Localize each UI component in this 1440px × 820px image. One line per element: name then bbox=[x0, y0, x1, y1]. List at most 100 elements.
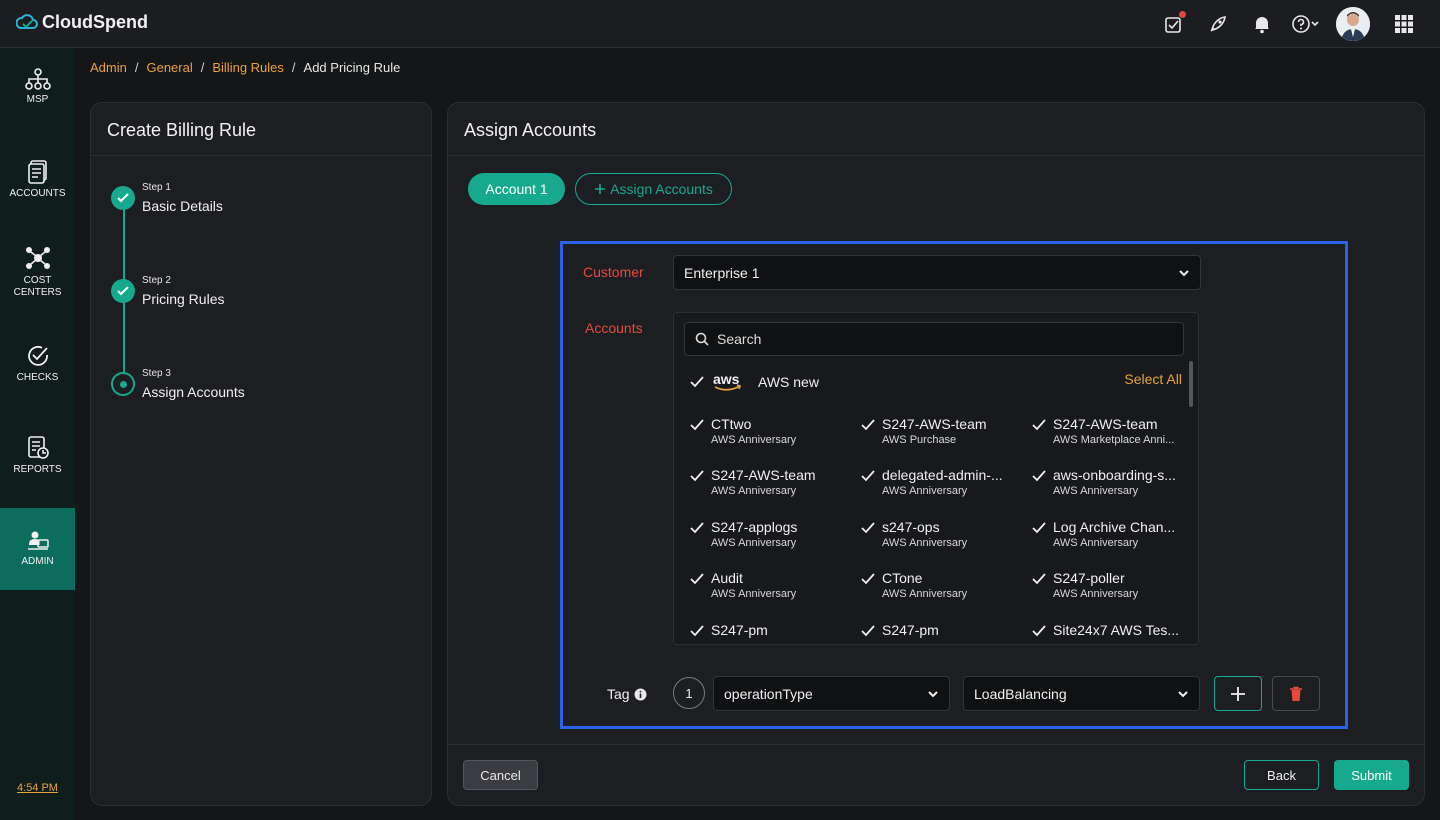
sidebar-item-checks[interactable]: CHECKS bbox=[0, 344, 75, 384]
assign-accounts-label: Assign Accounts bbox=[610, 181, 713, 197]
app-name: CloudSpend bbox=[42, 12, 148, 32]
sidebar-item-msp[interactable]: MSP bbox=[0, 68, 75, 106]
breadcrumb-billing-rules[interactable]: Billing Rules bbox=[212, 60, 284, 75]
sidebar-item-label: CHECKS bbox=[16, 372, 59, 383]
account-type: AWS Anniversary bbox=[711, 537, 797, 549]
search-placeholder: Search bbox=[717, 331, 762, 347]
account-name: delegated-admin-... bbox=[882, 467, 1003, 483]
plus-icon bbox=[1231, 686, 1245, 701]
check-icon bbox=[1032, 470, 1046, 482]
sidebar-item-admin[interactable]: ADMIN bbox=[0, 508, 75, 590]
panel-title: Assign Accounts bbox=[464, 120, 597, 140]
breadcrumb-separator: / bbox=[291, 60, 296, 75]
account-name: S247-applogs bbox=[711, 519, 798, 535]
account-name: Site24x7 AWS Tes... bbox=[1053, 622, 1180, 638]
check-icon bbox=[1032, 522, 1046, 534]
account-type: AWS Anniversary bbox=[1053, 537, 1139, 549]
delete-tag-button[interactable] bbox=[1272, 676, 1320, 711]
account-name: Audit bbox=[711, 570, 743, 586]
help-icon[interactable] bbox=[1288, 7, 1324, 41]
sidebar-item-cost-centers[interactable]: COST CENTERS bbox=[0, 245, 75, 299]
add-tag-button[interactable] bbox=[1214, 676, 1262, 711]
tag-key-value: operationType bbox=[724, 685, 813, 702]
sidebar: MSP ACCOUNTS COST CENTERS CHECKS REPORTS… bbox=[0, 48, 75, 820]
check-icon bbox=[111, 279, 135, 303]
svg-text:aws: aws bbox=[713, 371, 740, 387]
rocket-icon[interactable] bbox=[1200, 7, 1236, 41]
chevron-down-icon bbox=[928, 691, 938, 698]
check-icon bbox=[690, 419, 704, 431]
cloud-logo-icon bbox=[16, 13, 38, 29]
info-icon[interactable] bbox=[634, 688, 647, 701]
chevron-down-icon bbox=[1179, 270, 1189, 277]
account-name: Log Archive Chan... bbox=[1053, 519, 1176, 535]
sidebar-item-reports[interactable]: REPORTS bbox=[0, 436, 75, 476]
clock-time[interactable]: 4:54 PM bbox=[17, 782, 58, 794]
customer-select[interactable]: Enterprise 1 bbox=[673, 255, 1201, 290]
list-scrollbar[interactable] bbox=[1189, 361, 1193, 407]
check-icon bbox=[861, 419, 875, 431]
select-all-link[interactable]: Select All bbox=[1124, 371, 1182, 387]
top-bar: CloudSpend bbox=[0, 0, 1440, 48]
back-button[interactable]: Back bbox=[1244, 760, 1319, 790]
account-type: AWS Anniversary bbox=[711, 485, 797, 497]
create-billing-rule-panel: Create Billing Rule Step 1 Basic Details… bbox=[90, 102, 432, 806]
account-name: S247-AWS-team bbox=[882, 416, 987, 432]
tag-key-select[interactable]: operationType bbox=[713, 676, 950, 711]
step-number: Step 2 bbox=[142, 275, 171, 286]
breadcrumb-admin[interactable]: Admin bbox=[90, 60, 127, 75]
tag-index: 1 bbox=[673, 677, 705, 709]
breadcrumb-separator: / bbox=[134, 60, 139, 75]
tag-value-value: LoadBalancing bbox=[974, 685, 1067, 702]
check-icon bbox=[861, 522, 875, 534]
account-name: S247-pm bbox=[711, 622, 768, 638]
account-name: S247-AWS-team bbox=[1053, 416, 1158, 432]
divider bbox=[448, 155, 1424, 156]
assign-accounts-button[interactable]: Assign Accounts bbox=[575, 173, 732, 205]
app-logo[interactable]: CloudSpend bbox=[16, 12, 148, 33]
check-icon bbox=[690, 522, 704, 534]
cost-centers-icon bbox=[25, 247, 50, 269]
check-icon bbox=[690, 376, 704, 388]
aws-group-row[interactable]: aws AWS new bbox=[690, 371, 819, 393]
divider bbox=[91, 155, 431, 156]
step-name: Assign Accounts bbox=[142, 384, 245, 400]
bell-icon[interactable] bbox=[1244, 7, 1280, 41]
step-number: Step 1 bbox=[142, 182, 171, 193]
task-icon[interactable] bbox=[1156, 7, 1192, 41]
submit-button[interactable]: Submit bbox=[1334, 760, 1409, 790]
tag-value-select[interactable]: LoadBalancing bbox=[963, 676, 1200, 711]
account-name: S247-AWS-team bbox=[711, 467, 816, 483]
customer-label: Customer bbox=[583, 264, 644, 280]
breadcrumb-current: Add Pricing Rule bbox=[303, 60, 401, 75]
account-type: AWS Anniversary bbox=[711, 434, 797, 446]
breadcrumb: Admin / General / Billing Rules / Add Pr… bbox=[90, 60, 400, 75]
avatar[interactable] bbox=[1336, 7, 1370, 41]
accounts-label: Accounts bbox=[585, 320, 643, 336]
check-icon bbox=[1032, 419, 1046, 431]
search-input[interactable]: Search bbox=[684, 322, 1184, 356]
check-icon bbox=[690, 573, 704, 585]
check-icon bbox=[861, 470, 875, 482]
apps-grid-icon[interactable] bbox=[1386, 7, 1422, 41]
reports-icon bbox=[27, 436, 49, 459]
breadcrumb-general[interactable]: General bbox=[146, 60, 192, 75]
sidebar-item-label: MSP bbox=[26, 94, 49, 105]
accounts-list: Search aws AWS new Select All CTtwo AWS A… bbox=[673, 312, 1199, 645]
check-icon bbox=[690, 625, 704, 637]
account-name: s247-ops bbox=[882, 519, 940, 535]
step-number: Step 3 bbox=[142, 368, 171, 379]
account-name: S247-pm bbox=[882, 622, 939, 638]
accounts-icon bbox=[27, 160, 47, 184]
sidebar-item-accounts[interactable]: ACCOUNTS bbox=[0, 160, 75, 200]
org-chart-icon bbox=[24, 68, 51, 90]
breadcrumb-separator: / bbox=[200, 60, 205, 75]
aws-logo-icon: aws bbox=[713, 371, 742, 391]
panel-title: Create Billing Rule bbox=[107, 120, 257, 140]
cancel-button[interactable]: Cancel bbox=[463, 760, 538, 790]
footer-divider bbox=[448, 744, 1424, 745]
tab-account-1[interactable]: Account 1 bbox=[468, 173, 565, 205]
notification-dot bbox=[1179, 11, 1186, 18]
sidebar-item-label: ACCOUNTS bbox=[9, 188, 66, 199]
account-type: AWS Anniversary bbox=[1053, 588, 1139, 600]
